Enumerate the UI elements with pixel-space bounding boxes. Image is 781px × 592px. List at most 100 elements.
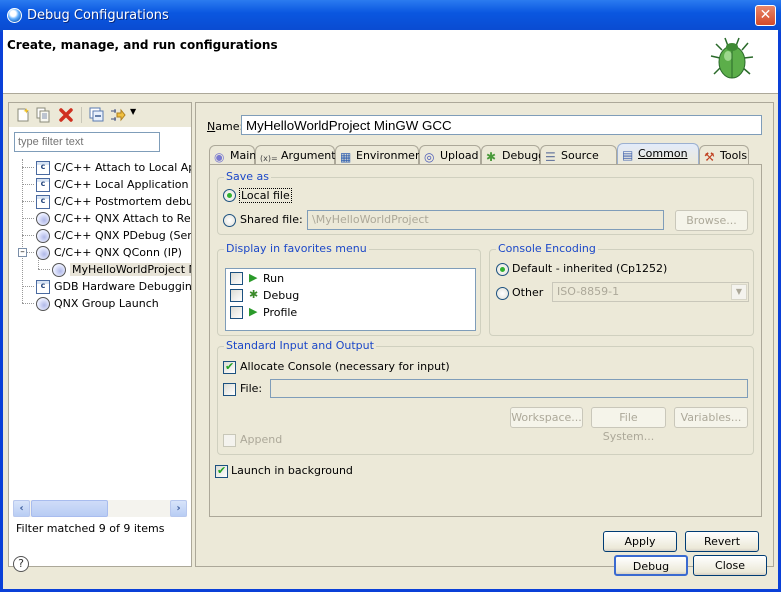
- default-encoding-label[interactable]: Default - inherited (Cp1252): [512, 262, 667, 275]
- name-input[interactable]: [241, 115, 762, 135]
- delete-icon[interactable]: [58, 107, 74, 123]
- allocate-console-label[interactable]: Allocate Console (necessary for input): [240, 360, 450, 373]
- run-icon: ▶: [249, 271, 258, 284]
- tree-item[interactable]: MyHelloWorldProject Mi: [52, 261, 191, 278]
- tree-item[interactable]: C/C++ QNX QConn (IP): [36, 244, 191, 261]
- horizontal-scrollbar[interactable]: ‹ ›: [13, 500, 187, 517]
- favorite-label[interactable]: Run: [263, 272, 284, 285]
- tab-label: Arguments: [281, 149, 342, 162]
- tree-item-label: C/C++ QNX QConn (IP): [54, 246, 182, 259]
- shared-file-input[interactable]: \MyHelloWorldProject: [307, 210, 664, 230]
- qnx-icon: [36, 229, 50, 243]
- scroll-right-button[interactable]: ›: [170, 500, 187, 517]
- debug-configurations-window: Debug Configurations ✕ Create, manage, a…: [0, 0, 781, 592]
- tree-guide-line: [22, 159, 23, 303]
- tab-label: Common: [638, 147, 688, 160]
- tree-item-label: C/C++ Postmortem debugg: [54, 195, 191, 208]
- tree-item-label: MyHelloWorldProject Mi: [70, 263, 191, 276]
- shared-file-label[interactable]: Shared file:: [240, 213, 303, 226]
- environment-icon: ▦: [340, 150, 352, 164]
- stdio-title: Standard Input and Output: [224, 339, 376, 352]
- favorite-label[interactable]: Debug: [263, 289, 299, 302]
- stdio-group: Standard Input and Output Allocate Conso…: [217, 339, 754, 455]
- file-input[interactable]: [270, 379, 748, 398]
- favorite-profile-checkbox[interactable]: [230, 306, 243, 319]
- tab-main[interactable]: ◉ Main: [209, 145, 256, 165]
- other-encoding-label[interactable]: Other: [512, 286, 543, 299]
- tab-tools[interactable]: ⚒ Tools: [699, 145, 749, 165]
- tree-connector: [22, 218, 34, 219]
- title-bar[interactable]: Debug Configurations ✕: [0, 0, 781, 32]
- favorite-debug-checkbox[interactable]: [230, 289, 243, 302]
- file-system-button[interactable]: File System...: [591, 407, 666, 443]
- tab-common[interactable]: ▤ Common: [617, 143, 699, 165]
- local-file-label[interactable]: Local file: [239, 188, 292, 203]
- tree-item[interactable]: c C/C++ Local Application: [36, 176, 191, 193]
- workspace-button[interactable]: Workspace...: [510, 407, 583, 428]
- collapse-all-icon[interactable]: [89, 107, 105, 123]
- tree-item[interactable]: C/C++ QNX PDebug (Serial: [36, 227, 191, 244]
- tree-toolbar: ▼: [9, 103, 191, 127]
- append-label[interactable]: Append: [240, 433, 282, 446]
- tab-source[interactable]: ☰ Source: [540, 145, 617, 165]
- default-encoding-radio[interactable]: [496, 263, 509, 276]
- favorite-run-checkbox[interactable]: [230, 272, 243, 285]
- filter-input[interactable]: [14, 132, 160, 152]
- other-encoding-radio[interactable]: [496, 287, 509, 300]
- duplicate-icon[interactable]: [35, 107, 51, 123]
- dialog-header: Create, manage, and run configurations: [3, 30, 778, 94]
- collapse-toggle[interactable]: –: [18, 248, 27, 257]
- debug-button[interactable]: Debug: [614, 555, 688, 576]
- scroll-thumb[interactable]: [31, 500, 108, 517]
- configuration-tree-pane: ▼ c C/C++ Attach to Local App c C/C++ Local…: [8, 102, 192, 567]
- new-config-icon[interactable]: [15, 107, 31, 123]
- configuration-editor: Name: ◉ Main(x)=Arguments▦ Environment◎ Upl…: [195, 102, 774, 567]
- tab-debugger[interactable]: ✱ Debugger: [481, 145, 556, 165]
- scroll-left-button[interactable]: ‹: [13, 500, 30, 517]
- dropdown-arrow-icon[interactable]: ▼: [130, 107, 136, 116]
- shared-file-radio[interactable]: [223, 214, 236, 227]
- chevron-down-icon[interactable]: ▼: [731, 284, 747, 300]
- launch-background-checkbox[interactable]: [215, 464, 228, 478]
- main-icon: ◉: [214, 150, 225, 164]
- filter-icon[interactable]: [110, 107, 126, 123]
- tab-environment[interactable]: ▦ Environment: [335, 145, 426, 165]
- file-label[interactable]: File:: [240, 382, 262, 395]
- append-checkbox[interactable]: [223, 434, 236, 447]
- browse-button[interactable]: Browse...: [675, 210, 748, 231]
- tree-item[interactable]: c C/C++ Attach to Local App: [36, 159, 191, 176]
- tab-label: Environment: [356, 149, 427, 162]
- qnx-icon: [36, 297, 50, 311]
- close-window-button[interactable]: ✕: [755, 5, 776, 26]
- tree-item[interactable]: QNX Group Launch: [36, 295, 191, 312]
- variables-button[interactable]: Variables...: [674, 407, 748, 428]
- tab-upload[interactable]: ◎ Upload: [419, 145, 481, 165]
- launch-background-label[interactable]: Launch in background: [231, 464, 353, 477]
- tree-connector: [22, 303, 34, 304]
- tree-item[interactable]: C/C++ QNX Attach to Rem: [36, 210, 191, 227]
- close-button[interactable]: Close: [693, 555, 767, 576]
- file-checkbox[interactable]: [223, 383, 236, 396]
- tree-connector: [22, 286, 34, 287]
- encoding-select[interactable]: ISO-8859-1 ▼: [552, 282, 749, 302]
- favorites-list: ▶ Run ✱ Debug ▶ Profile: [225, 268, 476, 331]
- allocate-console-checkbox[interactable]: [223, 360, 236, 374]
- apply-button[interactable]: Apply: [603, 531, 677, 552]
- tree-item[interactable]: c GDB Hardware Debugging: [36, 278, 191, 295]
- save-as-group: Save as Local file Shared file: \MyHello…: [217, 170, 754, 235]
- tree-item-label: C/C++ QNX PDebug (Serial: [54, 229, 191, 242]
- tab-label: Source: [561, 149, 599, 162]
- configuration-tree: c C/C++ Attach to Local App c C/C++ Local A…: [9, 159, 191, 499]
- favorite-label[interactable]: Profile: [263, 306, 297, 319]
- tools-icon: ⚒: [704, 150, 715, 164]
- c-app-icon: c: [36, 178, 50, 192]
- tree-item[interactable]: c C/C++ Postmortem debugg: [36, 193, 191, 210]
- revert-button[interactable]: Revert: [685, 531, 759, 552]
- toolbar-separator: [81, 107, 82, 123]
- c-app-icon: c: [36, 195, 50, 209]
- tab-arguments[interactable]: (x)= Arguments: [255, 145, 341, 165]
- help-icon[interactable]: ?: [13, 556, 29, 572]
- save-as-title: Save as: [224, 170, 271, 183]
- local-file-radio[interactable]: [223, 189, 236, 202]
- tab-label: Tools: [720, 149, 748, 162]
